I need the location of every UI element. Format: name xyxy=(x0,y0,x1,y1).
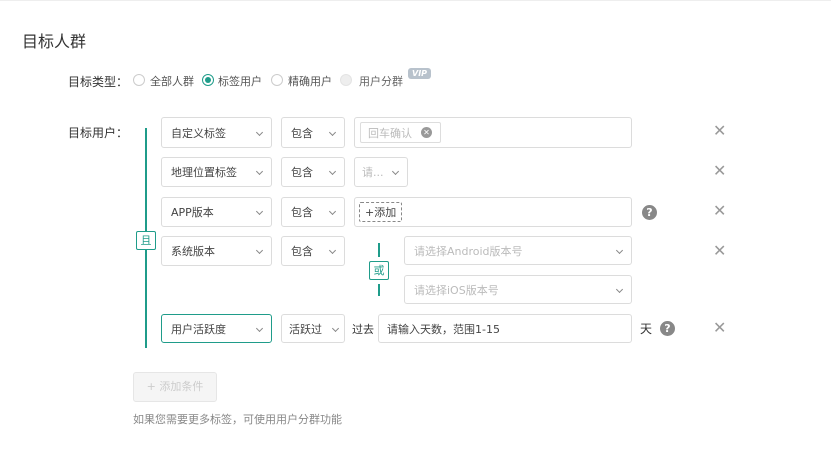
remove-row-icon[interactable]: ✕ xyxy=(713,318,726,337)
chevron-down-icon xyxy=(255,167,264,176)
chevron-down-icon xyxy=(328,207,337,216)
chevron-down-icon xyxy=(255,246,264,255)
days-placeholder: 请输入天数，范围1-15 xyxy=(387,322,500,336)
help-icon[interactable]: ? xyxy=(660,321,675,336)
hint-text: 如果您需要更多标签，可使用用户分群功能 xyxy=(133,413,342,426)
field-value: 用户活跃度 xyxy=(171,322,226,336)
operator-select[interactable]: 包含 xyxy=(281,236,345,266)
operator-value: 包含 xyxy=(291,126,313,140)
or-badge: 或 xyxy=(369,261,389,280)
remove-row-icon[interactable]: ✕ xyxy=(713,121,726,140)
chevron-down-icon xyxy=(331,324,340,332)
version-input[interactable]: +添加 xyxy=(354,197,632,227)
remove-row-icon[interactable]: ✕ xyxy=(713,161,726,180)
android-placeholder: 请选择Android版本号 xyxy=(414,244,523,258)
operator-select[interactable]: 活跃过 xyxy=(281,314,345,343)
android-version-select[interactable]: 请选择Android版本号 xyxy=(404,236,632,265)
field-select[interactable]: 地理位置标签 xyxy=(161,157,272,187)
chevron-down-icon xyxy=(255,128,264,136)
radio-segment-label: 用户分群 xyxy=(359,75,403,88)
field-value: 地理位置标签 xyxy=(171,166,237,179)
ios-placeholder: 请选择iOS版本号 xyxy=(414,283,499,297)
help-icon[interactable]: ? xyxy=(642,205,657,220)
target-users-label: 目标用户： xyxy=(68,126,129,140)
chevron-down-icon xyxy=(255,207,264,216)
section-title: 目标人群 xyxy=(22,32,87,51)
add-condition-button[interactable]: + 添加条件 xyxy=(133,372,217,402)
field-select[interactable]: APP版本 xyxy=(161,197,272,227)
days-unit: 天 xyxy=(640,322,653,336)
or-line xyxy=(378,284,380,296)
tag-placeholder: 回车确认 xyxy=(368,126,412,140)
ios-version-select[interactable]: 请选择iOS版本号 xyxy=(404,275,632,304)
field-select[interactable]: 自定义标签 xyxy=(161,117,272,148)
add-version-button[interactable]: +添加 xyxy=(359,202,403,222)
chevron-down-icon xyxy=(391,167,400,176)
radio-tag-users[interactable] xyxy=(202,74,214,86)
operator-value: 活跃过 xyxy=(289,322,322,336)
operator-select[interactable]: 包含 xyxy=(281,197,345,227)
operator-select[interactable]: 包含 xyxy=(281,157,345,187)
and-badge: 且 xyxy=(136,231,156,250)
operator-value: 包含 xyxy=(291,245,313,258)
field-value: 自定义标签 xyxy=(171,126,226,140)
field-select[interactable]: 系统版本 xyxy=(161,236,272,266)
vip-badge: VIP xyxy=(408,68,432,79)
tag-chip: 回车确认 ✕ xyxy=(360,122,441,143)
or-line xyxy=(378,243,380,257)
chevron-down-icon xyxy=(615,246,624,254)
top-divider xyxy=(0,0,831,1)
chevron-down-icon xyxy=(328,128,337,136)
radio-precise[interactable] xyxy=(271,74,283,86)
radio-tag-users-label[interactable]: 标签用户 xyxy=(218,73,262,89)
location-placeholder: 请... xyxy=(362,166,384,179)
radio-segment xyxy=(340,74,352,86)
radio-precise-label[interactable]: 精确用户 xyxy=(288,73,332,89)
location-select[interactable]: 请... xyxy=(354,157,408,187)
operator-value: 包含 xyxy=(291,206,313,219)
radio-all[interactable] xyxy=(133,74,145,86)
remove-row-icon[interactable]: ✕ xyxy=(713,201,726,220)
chevron-down-icon xyxy=(328,167,337,176)
tag-input[interactable]: 回车确认 ✕ xyxy=(354,117,632,148)
days-input[interactable]: 请输入天数，范围1-15 xyxy=(378,314,632,343)
operator-select[interactable]: 包含 xyxy=(281,117,345,148)
field-value: APP版本 xyxy=(171,206,214,219)
chevron-down-icon xyxy=(615,285,624,293)
field-select[interactable]: 用户活跃度 xyxy=(161,314,272,343)
chevron-down-icon xyxy=(328,246,337,255)
past-label: 过去 xyxy=(352,323,374,336)
radio-all-label[interactable]: 全部人群 xyxy=(150,73,194,89)
chevron-down-icon xyxy=(255,324,264,332)
clear-icon[interactable]: ✕ xyxy=(421,127,432,138)
operator-value: 包含 xyxy=(291,166,313,179)
remove-row-icon[interactable]: ✕ xyxy=(713,241,726,260)
field-value: 系统版本 xyxy=(171,245,215,258)
target-type-label: 目标类型： xyxy=(68,75,129,89)
